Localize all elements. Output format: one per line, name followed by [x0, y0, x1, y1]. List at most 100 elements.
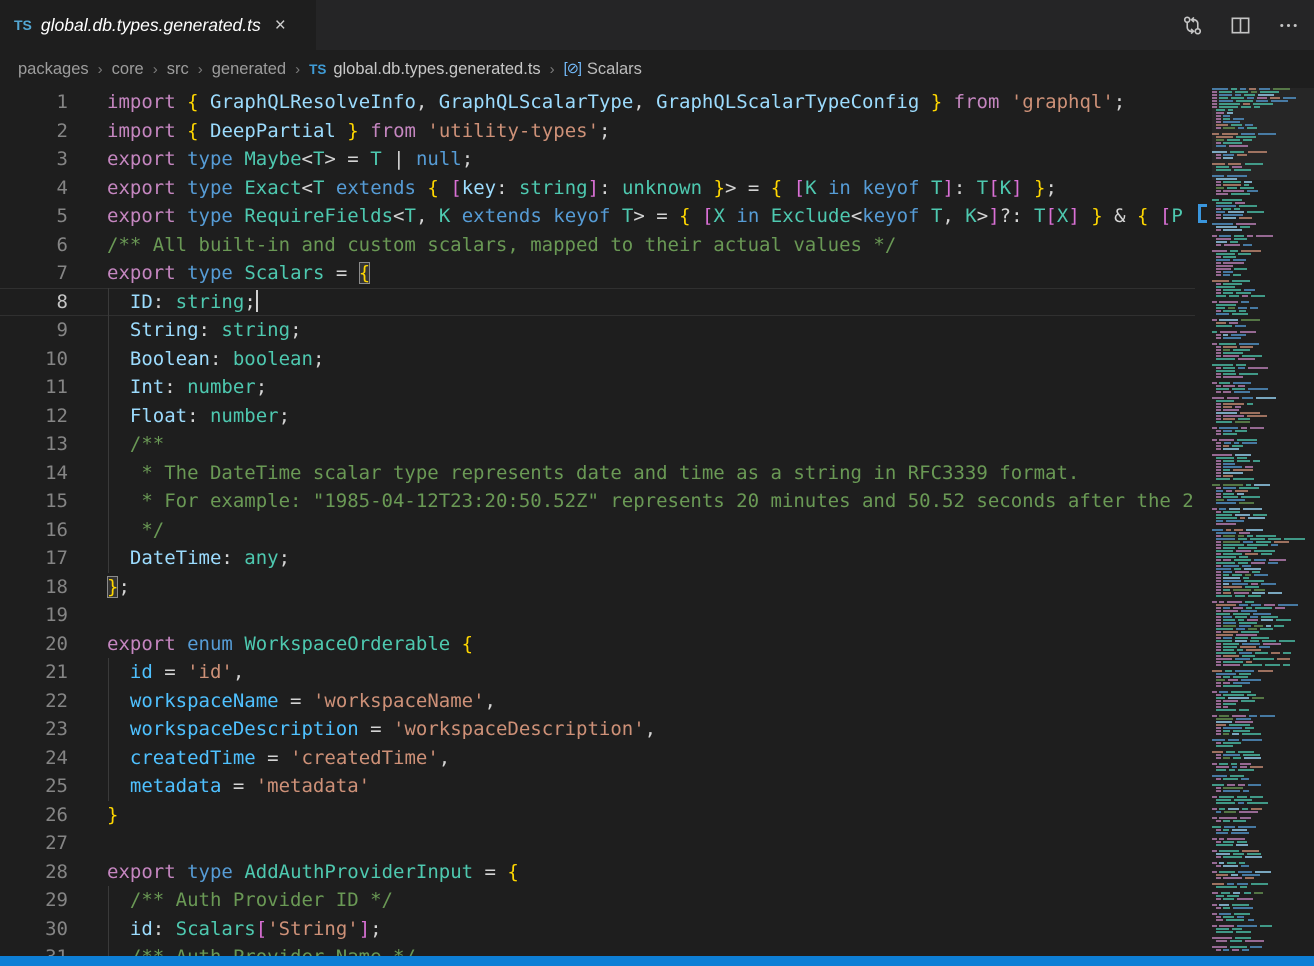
- code-line[interactable]: 10 Boolean: boolean;: [0, 345, 1195, 374]
- code-line[interactable]: 8 ID: string;: [0, 288, 1195, 317]
- line-number[interactable]: 12: [0, 402, 68, 431]
- minimap-line: [1243, 244, 1253, 246]
- code-line[interactable]: 21 id = 'id',: [0, 658, 1195, 687]
- line-number[interactable]: 2: [0, 117, 68, 146]
- code-line[interactable]: 22 workspaceName = 'workspaceName',: [0, 687, 1195, 716]
- line-number[interactable]: 28: [0, 858, 68, 887]
- close-icon[interactable]: ×: [275, 16, 286, 35]
- code-line[interactable]: 14 * The DateTime scalar type represents…: [0, 459, 1195, 488]
- line-number[interactable]: 1: [0, 88, 68, 117]
- line-number[interactable]: 11: [0, 373, 68, 402]
- code-token: key: [462, 177, 496, 199]
- breadcrumb-item-packages[interactable]: packages: [18, 60, 89, 79]
- code-line[interactable]: 23 workspaceDescription = 'workspaceDesc…: [0, 715, 1195, 744]
- code-line[interactable]: 1import { GraphQLResolveInfo, GraphQLSca…: [0, 88, 1195, 117]
- breadcrumb-item-generated[interactable]: generated: [212, 60, 286, 79]
- code-token: T: [1034, 205, 1045, 227]
- code-line[interactable]: 15 * For example: "1985-04-12T23:20:50.5…: [0, 487, 1195, 516]
- minimap-line: [1216, 322, 1226, 324]
- line-number[interactable]: 9: [0, 316, 68, 345]
- breadcrumb-item-core[interactable]: core: [112, 60, 144, 79]
- line-number[interactable]: 4: [0, 174, 68, 203]
- code-line[interactable]: 17 DateTime: any;: [0, 544, 1195, 573]
- code-line[interactable]: 24 createdTime = 'createdTime',: [0, 744, 1195, 773]
- code-line[interactable]: 13 /**: [0, 430, 1195, 459]
- code-line[interactable]: 11 Int: number;: [0, 373, 1195, 402]
- code-line[interactable]: 18};: [0, 573, 1195, 602]
- code-line[interactable]: 27: [0, 829, 1195, 858]
- code-line[interactable]: 20export enum WorkspaceOrderable {: [0, 630, 1195, 659]
- line-number[interactable]: 29: [0, 886, 68, 915]
- code-line[interactable]: 12 Float: number;: [0, 402, 1195, 431]
- line-number[interactable]: 23: [0, 715, 68, 744]
- open-changes-icon[interactable]: [1180, 13, 1204, 37]
- line-number[interactable]: 8: [0, 288, 68, 317]
- line-number[interactable]: 30: [0, 915, 68, 944]
- code-token: DeepPartial: [210, 120, 336, 142]
- line-number[interactable]: 25: [0, 772, 68, 801]
- tab-global-db-types[interactable]: TS global.db.types.generated.ts ×: [0, 0, 316, 50]
- code-line[interactable]: 5export type RequireFields<T, K extends …: [0, 202, 1195, 231]
- line-number[interactable]: 10: [0, 345, 68, 374]
- line-number[interactable]: 21: [0, 658, 68, 687]
- code-token: [199, 120, 210, 142]
- minimap-line: [1245, 553, 1259, 555]
- line-number[interactable]: 7: [0, 259, 68, 288]
- minimap-line: [1239, 604, 1248, 606]
- split-editor-icon[interactable]: [1228, 13, 1252, 37]
- breadcrumb-item-src[interactable]: src: [167, 60, 189, 79]
- line-number[interactable]: 15: [0, 487, 68, 516]
- line-number[interactable]: 16: [0, 516, 68, 545]
- minimap-line: [1216, 265, 1233, 267]
- minimap-line: [1241, 679, 1261, 681]
- breadcrumb-item-Scalars[interactable]: [⊘]Scalars: [564, 60, 642, 79]
- code-line[interactable]: 25 metadata = 'metadata': [0, 772, 1195, 801]
- code-line[interactable]: 28export type AddAuthProviderInput = {: [0, 858, 1195, 887]
- minimap-line: [1244, 94, 1255, 96]
- line-number[interactable]: 3: [0, 145, 68, 174]
- minimap-line: [1223, 607, 1230, 609]
- code-line[interactable]: 30 id: Scalars['String'];: [0, 915, 1195, 944]
- minimap-line: [1216, 541, 1221, 543]
- code-line[interactable]: 6/** All built-in and custom scalars, ma…: [0, 231, 1195, 260]
- code-editor[interactable]: 1import { GraphQLResolveInfo, GraphQLSca…: [0, 88, 1195, 966]
- line-number[interactable]: 22: [0, 687, 68, 716]
- minimap-line: [1216, 460, 1221, 462]
- code-line[interactable]: 19: [0, 601, 1195, 630]
- line-number[interactable]: 26: [0, 801, 68, 830]
- code-line[interactable]: 3export type Maybe<T> = T | null;: [0, 145, 1195, 174]
- line-number[interactable]: 6: [0, 231, 68, 260]
- code-line[interactable]: 7export type Scalars = {: [0, 259, 1195, 288]
- code-line[interactable]: 2import { DeepPartial } from 'utility-ty…: [0, 117, 1195, 146]
- line-number[interactable]: 18: [0, 573, 68, 602]
- line-number[interactable]: 13: [0, 430, 68, 459]
- minimap-line: [1223, 730, 1230, 732]
- line-number[interactable]: 17: [0, 544, 68, 573]
- code-token: [107, 718, 130, 740]
- line-number[interactable]: 5: [0, 202, 68, 231]
- line-number[interactable]: 27: [0, 829, 68, 858]
- minimap-line: [1216, 703, 1221, 705]
- minimap-line: [1216, 496, 1221, 498]
- code-line[interactable]: 26}: [0, 801, 1195, 830]
- code-line[interactable]: 4export type Exact<T extends { [key: str…: [0, 174, 1195, 203]
- line-number[interactable]: 19: [0, 601, 68, 630]
- minimap-line: [1279, 640, 1294, 642]
- line-number[interactable]: 14: [0, 459, 68, 488]
- minimap-line: [1216, 346, 1221, 348]
- code-line[interactable]: 29 /** Auth Provider ID */: [0, 886, 1195, 915]
- code-token: :: [187, 405, 210, 427]
- overview-ruler[interactable]: [1195, 88, 1212, 966]
- code-text: Int: number;: [107, 373, 267, 402]
- line-number[interactable]: 20: [0, 630, 68, 659]
- line-number[interactable]: 24: [0, 744, 68, 773]
- minimap-line: [1245, 727, 1254, 729]
- code-line[interactable]: 16 */: [0, 516, 1195, 545]
- code-token: <: [302, 148, 313, 170]
- minimap[interactable]: [1212, 88, 1314, 966]
- code-token: [107, 547, 130, 569]
- code-line[interactable]: 9 String: string;: [0, 316, 1195, 345]
- breadcrumb-item-global.db.types.generated.ts[interactable]: TSglobal.db.types.generated.ts: [309, 60, 541, 79]
- more-actions-icon[interactable]: [1276, 13, 1300, 37]
- minimap-line: [1216, 544, 1221, 546]
